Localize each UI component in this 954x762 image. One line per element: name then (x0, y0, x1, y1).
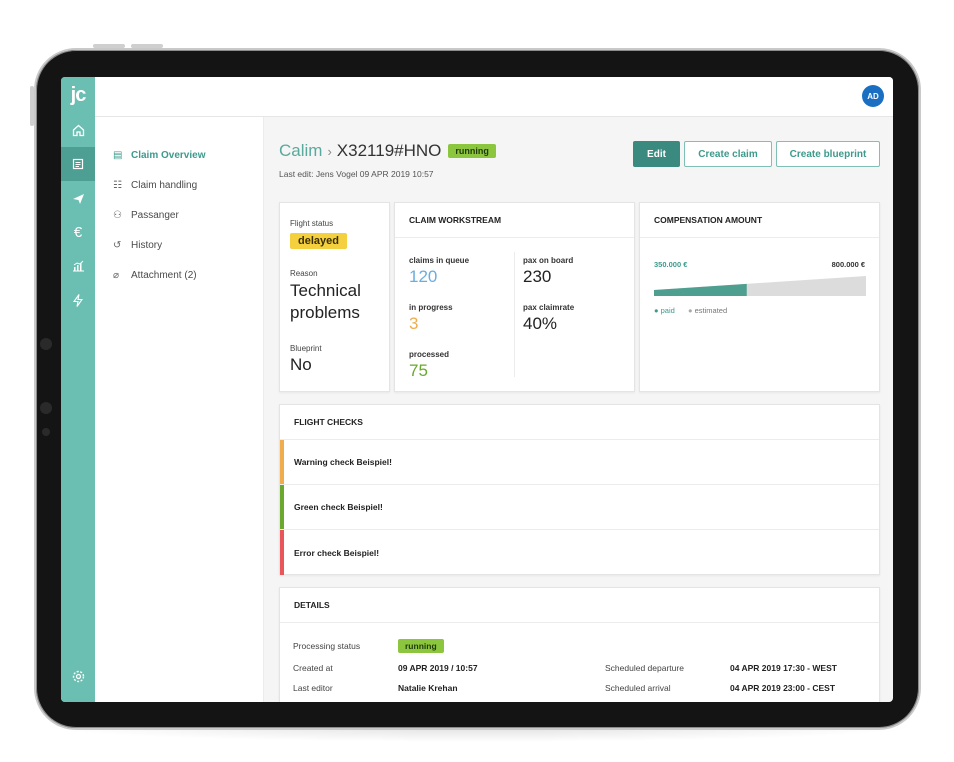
claims-in-queue-value: 120 (409, 267, 438, 286)
created-at-label: Created at (293, 663, 333, 673)
app-logo[interactable]: jc (61, 77, 95, 113)
camera-dot (42, 428, 50, 436)
flight-checks-card: FLIGHT CHECKS Warning check Beispiel! Gr… (279, 404, 880, 575)
subnav-item-claim-overview[interactable]: ▤ Claim Overview (113, 147, 205, 163)
warning-indicator (280, 440, 284, 484)
claims-in-queue-label: claims in queue (409, 256, 470, 265)
success-indicator (280, 485, 284, 529)
legend-dot: ● (688, 306, 693, 315)
subnav-item-label: Passanger (131, 209, 179, 221)
subnav-item-label: History (131, 239, 163, 251)
legend-paid: ● paid (654, 306, 675, 315)
created-at-value: 09 APR 2019 / 10:57 (398, 663, 478, 673)
subnav-item-passanger[interactable]: ⚇ Passanger (113, 207, 179, 223)
chart-icon[interactable] (61, 249, 95, 283)
card-title: COMPENSATION AMOUNT (640, 203, 879, 238)
compensation-bar (654, 276, 866, 296)
handling-icon: ☷ (113, 179, 122, 191)
last-editor-label: Last editor (293, 683, 333, 693)
flight-status-badge: delayed (290, 233, 347, 249)
paperclip-icon: ⌀ (113, 269, 120, 281)
bolt-icon[interactable] (61, 283, 95, 317)
error-indicator (280, 530, 284, 575)
plane-icon[interactable] (61, 181, 95, 215)
blueprint-label: Blueprint (290, 344, 322, 353)
claim-subnav: ▤ Claim Overview ☷ Claim handling ⚇ Pass… (95, 117, 264, 702)
app-screen: jc € AD ▤ Claim Overview ☷ Claim handlin… (61, 77, 893, 702)
subnav-item-label: Attachment (2) (131, 269, 197, 281)
blueprint-value: No (290, 355, 312, 374)
top-bar: AD (95, 77, 893, 117)
pax-claimrate-label: pax claimrate (523, 303, 575, 312)
check-label: Warning check Beispiel! (294, 457, 392, 467)
status-badge: running (448, 144, 496, 158)
reason-label: Reason (290, 269, 318, 278)
breadcrumb-separator: › (327, 143, 332, 159)
subnav-item-attachment[interactable]: ⌀ Attachment (2) (113, 267, 197, 283)
icon-rail: jc € (61, 77, 95, 702)
processing-status-badge: running (398, 639, 444, 653)
edit-button[interactable]: Edit (633, 141, 680, 167)
home-icon[interactable] (61, 113, 95, 147)
page-title: Calim › X32119#HNO running (279, 141, 496, 161)
scheduled-arrival-value: 04 APR 2019 23:00 - CEST (730, 683, 836, 693)
check-label: Error check Beispiel! (294, 547, 380, 558)
details-card: DETAILS Processing status running Create… (279, 587, 880, 702)
paid-bar (654, 283, 747, 296)
reason-value: Technical problems (290, 281, 361, 322)
camera-dot (40, 402, 52, 414)
last-editor-value: Natalie Krehan (398, 683, 458, 693)
history-icon: ↺ (113, 239, 122, 251)
pax-on-board-value: 230 (523, 267, 552, 286)
flight-status-card: Flight status delayed Reason Technical p… (279, 202, 390, 392)
scheduled-departure-value: 04 APR 2019 17:30 - WEST (730, 663, 837, 673)
check-row-warning[interactable]: Warning check Beispiel! (280, 440, 879, 485)
camera-dot (40, 338, 52, 350)
estimated-amount: 800.000 € (831, 260, 865, 269)
card-title: DETAILS (280, 588, 879, 623)
check-label: Green check Beispiel! (294, 502, 383, 512)
in-progress-label: in progress (409, 303, 453, 312)
breadcrumb-root[interactable]: Calim (279, 141, 322, 161)
processing-status-label: Processing status (293, 641, 361, 651)
divider (514, 252, 515, 377)
create-claim-button[interactable]: Create claim (684, 141, 772, 167)
scheduled-arrival-label: Scheduled arrival (605, 683, 671, 693)
avatar[interactable]: AD (862, 85, 884, 107)
last-edit-info: Last edit: Jens Vogel 09 APR 2019 10:57 (279, 169, 434, 179)
settings-icon[interactable] (61, 659, 95, 693)
pax-claimrate-value: 40% (523, 314, 558, 333)
check-row-green[interactable]: Green check Beispiel! (280, 485, 879, 530)
legend-estimated-label: estimated (694, 306, 728, 315)
check-row-error[interactable]: Error check Beispiel! (280, 530, 879, 575)
processed-value: 75 (409, 361, 428, 380)
paid-amount: 350.000 € (654, 260, 688, 269)
pax-on-board-label: pax on board (523, 256, 574, 265)
claim-workstream-card: CLAIM WORKSTREAM claims in queue 120 in … (394, 202, 635, 392)
subnav-item-label: Claim handling (131, 179, 198, 191)
people-icon: ⚇ (113, 209, 122, 221)
compensation-card: COMPENSATION AMOUNT 350.000 € 800.000 € … (639, 202, 880, 392)
legend-dot: ● (654, 306, 659, 315)
main-content: Calim › X32119#HNO running Last edit: Je… (264, 117, 893, 702)
scheduled-departure-label: Scheduled departure (605, 663, 684, 673)
flight-status-label: Flight status (290, 219, 334, 228)
in-progress-value: 3 (409, 314, 419, 333)
card-title: FLIGHT CHECKS (280, 405, 879, 440)
subnav-item-label: Claim Overview (131, 149, 206, 161)
legend-estimated: ● estimated (688, 306, 727, 315)
euro-icon[interactable]: € (61, 215, 95, 249)
document-icon[interactable] (61, 147, 95, 181)
subnav-item-history[interactable]: ↺ History (113, 237, 162, 253)
legend-paid-label: paid (660, 306, 675, 315)
overview-icon: ▤ (113, 149, 123, 161)
create-blueprint-button[interactable]: Create blueprint (776, 141, 880, 167)
card-title: CLAIM WORKSTREAM (395, 203, 634, 238)
claim-id: X32119#HNO (336, 141, 442, 160)
processed-label: processed (409, 350, 450, 359)
subnav-item-claim-handling[interactable]: ☷ Claim handling (113, 177, 197, 193)
